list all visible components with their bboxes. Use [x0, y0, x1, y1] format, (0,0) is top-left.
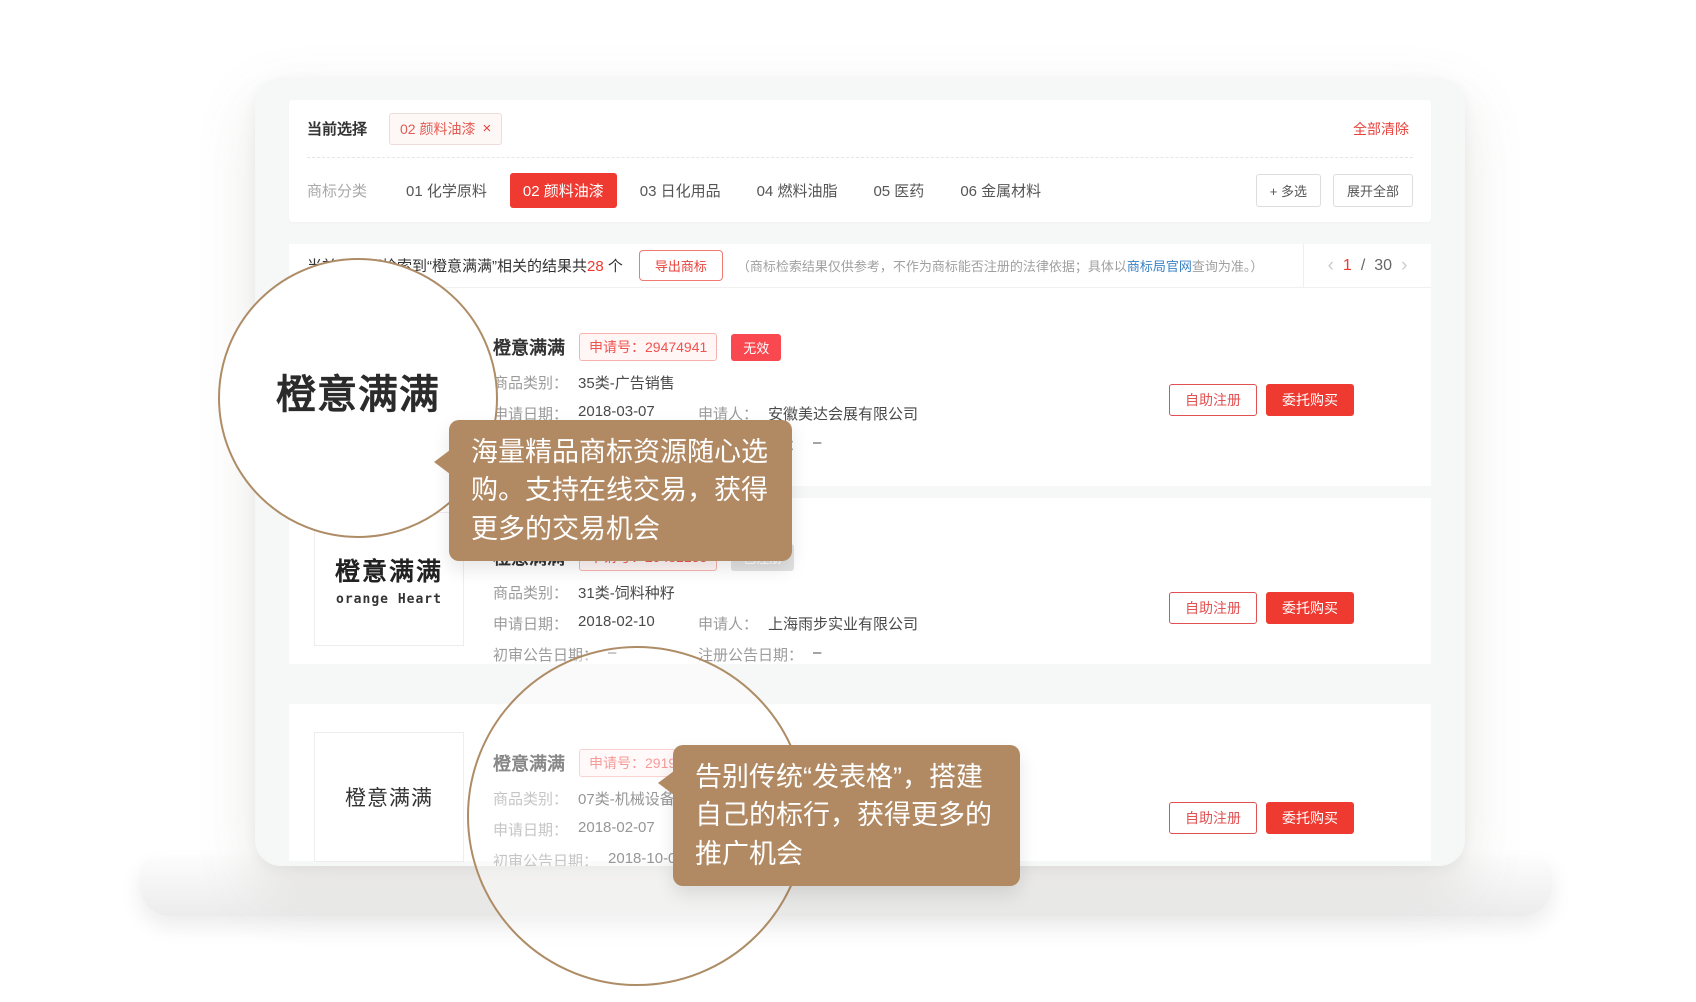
row-actions: 自助注册 委托购买	[1169, 498, 1354, 664]
row-actions: 自助注册 委托购买	[1169, 704, 1354, 861]
category-field-value: 31类-饲料种籽	[578, 582, 675, 603]
callout-text: 告别传统“发表格”，搭建自己的标行，获得更多的推广机会	[695, 762, 992, 869]
category-tabs-row: 商标分类 01 化学原料 02 颜料油漆 03 日化用品 04 燃料油脂 05 …	[307, 158, 1413, 222]
self-register-button[interactable]: 自助注册	[1169, 592, 1257, 624]
trademark-image-text: 橙意满满	[335, 552, 443, 588]
application-number-label: 申请号：	[589, 339, 645, 355]
tab-category-03[interactable]: 03 日化用品	[627, 173, 734, 208]
tab-category-06[interactable]: 06 金属材料	[947, 173, 1054, 208]
prev-page-icon[interactable]: ‹	[1328, 255, 1334, 277]
page-separator: /	[1361, 257, 1365, 275]
apply-date-value: 2018-02-10	[578, 613, 655, 634]
summary-suffix: 个	[604, 258, 623, 275]
registration-publication-value: –	[813, 434, 821, 455]
current-selection-label: 当前选择	[307, 118, 367, 139]
callout-arrow-icon	[658, 771, 674, 795]
trademark-office-link[interactable]: 商标局官网	[1127, 259, 1192, 274]
callout-arrow-icon	[434, 450, 450, 474]
selected-filter-tag-text: 02 颜料油漆	[400, 119, 475, 139]
entrust-buy-button[interactable]: 委托购买	[1266, 384, 1354, 416]
results-header: 当前分类下检索到“橙意满满”相关的结果共28 个 导出商标 （商标检索结果仅供参…	[289, 244, 1431, 288]
export-trademark-button[interactable]: 导出商标	[639, 250, 723, 281]
trademark-name: 橙意满满	[493, 334, 565, 360]
row-actions: 自助注册 委托购买	[1169, 288, 1354, 486]
category-field-label: 商品类别：	[493, 582, 568, 603]
current-selection-row: 当前选择 02 颜料油漆 × 全部清除	[307, 100, 1413, 158]
status-badge: 无效	[731, 334, 781, 361]
registration-publication-label: 注册公告日期：	[698, 644, 803, 665]
callout-text: 海量精品商标资源随心选购。支持在线交易，获得更多的交易机会	[471, 437, 768, 544]
category-field-value: 35类-广告销售	[578, 372, 675, 393]
applicant-label: 申请人：	[698, 613, 758, 634]
disclaimer-pre: （商标检索结果仅供参考，不作为商标能否注册的法律依据；具体以	[737, 259, 1127, 274]
callout-bubble-trade: 海量精品商标资源随心选购。支持在线交易，获得更多的交易机会	[449, 420, 792, 561]
registration-publication-value: –	[813, 644, 821, 665]
tab-category-04[interactable]: 04 燃料油脂	[744, 173, 851, 208]
pagination: ‹ 1 / 30 ›	[1303, 244, 1431, 287]
total-pages: 30	[1374, 257, 1392, 275]
magnified-trademark-text: 橙意满满	[276, 362, 440, 420]
application-number-tag: 申请号：29474941	[579, 333, 717, 361]
remove-filter-icon[interactable]: ×	[482, 121, 491, 136]
tab-category-01[interactable]: 01 化学原料	[393, 173, 500, 208]
trademark-image-subtext: orange Heart	[336, 592, 442, 607]
filter-panel: 当前选择 02 颜料油漆 × 全部清除 商标分类 01 化学原料 02 颜料油漆…	[289, 100, 1431, 222]
row-divider	[289, 664, 1431, 704]
selected-filter-tag[interactable]: 02 颜料油漆 ×	[389, 113, 502, 145]
entrust-buy-button[interactable]: 委托购买	[1266, 592, 1354, 624]
trademark-image-text: 橙意满满	[345, 782, 433, 812]
applicant-value: 上海雨步实业有限公司	[768, 613, 918, 634]
category-label: 商标分类	[307, 180, 367, 201]
callout-bubble-promo: 告别传统“发表格”，搭建自己的标行，获得更多的推广机会	[673, 745, 1020, 886]
next-page-icon[interactable]: ›	[1401, 255, 1407, 277]
application-number-value: 29474941	[645, 339, 707, 355]
multi-select-button[interactable]: + 多选	[1256, 174, 1321, 207]
disclaimer-text: （商标检索结果仅供参考，不作为商标能否注册的法律依据；具体以商标局官网查询为准。…	[737, 256, 1303, 275]
applicant-value: 安徽美达会展有限公司	[768, 403, 918, 424]
category-field-label: 商品类别：	[493, 372, 568, 393]
trademark-image: 橙意满满	[314, 732, 464, 862]
tab-category-02-active[interactable]: 02 颜料油漆	[510, 173, 617, 208]
expand-all-button[interactable]: 展开全部	[1333, 174, 1413, 207]
disclaimer-post: 查询为准。）	[1192, 259, 1264, 274]
apply-date-label: 申请日期：	[493, 613, 568, 634]
clear-all-link[interactable]: 全部清除	[1353, 119, 1409, 139]
page-background: 当前选择 02 颜料油漆 × 全部清除 商标分类 01 化学原料 02 颜料油漆…	[0, 0, 1696, 1002]
self-register-button[interactable]: 自助注册	[1169, 384, 1257, 416]
self-register-button[interactable]: 自助注册	[1169, 802, 1257, 834]
tab-category-05[interactable]: 05 医药	[860, 173, 937, 208]
results-count: 28	[587, 258, 604, 275]
current-page: 1	[1343, 257, 1352, 275]
entrust-buy-button[interactable]: 委托购买	[1266, 802, 1354, 834]
